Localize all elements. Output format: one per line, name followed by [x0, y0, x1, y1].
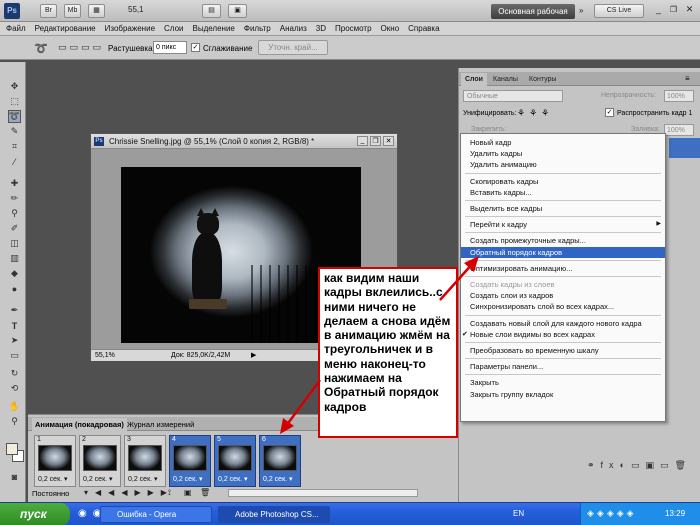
- start-button[interactable]: пуск: [0, 503, 70, 525]
- clock: 13:29: [665, 509, 686, 518]
- taskbar-task[interactable]: Ошибка - Opera: [100, 506, 212, 523]
- photoshop-window: Ps Br Mb ▦ 55,1 ▤ ▣ Основная рабочая сре…: [0, 0, 700, 525]
- windows-taskbar: пуск ◉◉● Ошибка - Opera Adobe Photoshop C…: [0, 502, 700, 525]
- language-indicator[interactable]: EN: [513, 509, 524, 518]
- tray-icons[interactable]: ◈◈◈◈◈: [587, 508, 637, 519]
- annotation-arrows: [280, 256, 479, 434]
- system-tray: EN ◈◈◈◈◈ 13:29: [513, 503, 700, 525]
- taskbar-task[interactable]: Adobe Photoshop CS...: [218, 506, 330, 523]
